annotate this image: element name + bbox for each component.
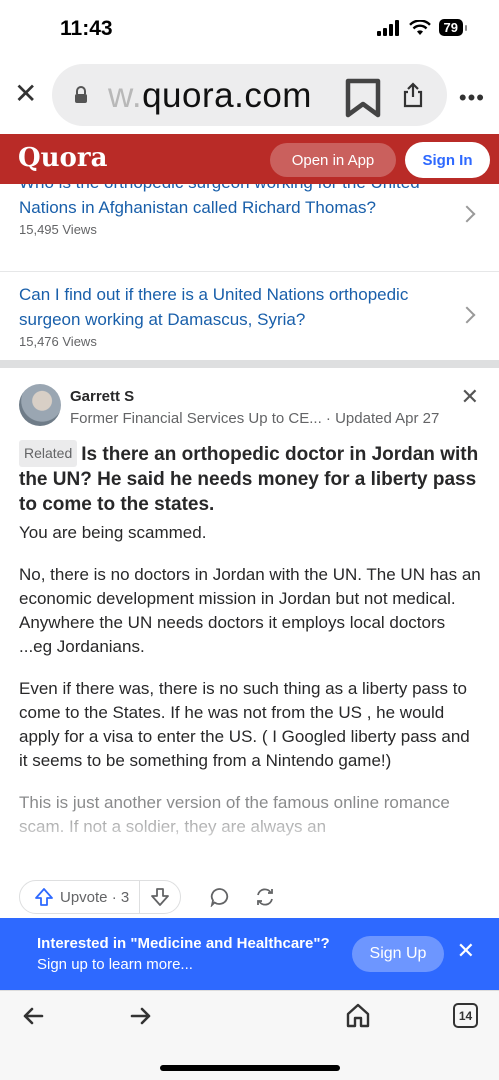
related-tag: Related [19, 440, 78, 467]
answer-paragraph: You are being scammed. [19, 523, 207, 542]
question-title[interactable]: Related Is there an orthopedic doctor in … [19, 440, 479, 517]
chevron-right-icon [458, 306, 476, 324]
upvote-arrow-icon [35, 888, 53, 906]
url-domain: quora.com [142, 76, 312, 115]
upvote-label: Upvote · 3 [60, 888, 130, 906]
browser-bottom-toolbar: 14 [0, 990, 499, 1080]
status-icons: 79 [376, 19, 468, 36]
wifi-icon [408, 19, 431, 35]
upvote-button[interactable]: Upvote · 3 [20, 881, 141, 913]
more-options-icon[interactable]: ••• [459, 85, 485, 111]
status-time: 11:43 [60, 17, 113, 40]
author-meta: Former Financial Services Up to CE... · … [70, 410, 439, 427]
address-bar[interactable]: w.quora.com [52, 64, 447, 126]
author-credential[interactable]: Former Financial Services Up to CE... [70, 410, 322, 427]
related-question-views: 15,495 Views [19, 222, 97, 237]
question-text[interactable]: Is there an orthopedic doctor in Jordan … [19, 444, 478, 515]
close-banner-icon[interactable]: ✕ [457, 940, 475, 962]
status-bar: 11:43 79 [0, 0, 499, 58]
downvote-button[interactable] [140, 881, 180, 913]
share-answer-icon[interactable] [254, 886, 276, 908]
related-question-item[interactable]: Can I find out if there is a United Nati… [0, 272, 499, 360]
answer-action-bar: Upvote · 3 [0, 878, 499, 918]
answer-paragraph: No, there is no doctors in Jordan with t… [19, 565, 481, 656]
answer-body: You are being scammed. No, there is no d… [19, 521, 481, 857]
open-in-app-button[interactable]: Open in App [270, 143, 396, 177]
browser-toolbar: ✕ w.quora.com ••• [0, 58, 499, 134]
tabs-count-button[interactable]: 14 [453, 1003, 478, 1028]
avatar[interactable] [19, 384, 61, 426]
back-arrow-icon[interactable] [22, 1005, 44, 1027]
related-question-link[interactable]: Who is the orthopedic surgeon working fo… [19, 184, 439, 220]
related-question-views: 15,476 Views [19, 334, 97, 349]
content-fade [0, 808, 499, 878]
related-question-item[interactable]: Who is the orthopedic surgeon working fo… [0, 184, 499, 272]
sign-up-button[interactable]: Sign Up [352, 936, 444, 972]
answer-card: Garrett S Former Financial Services Up t… [0, 368, 499, 878]
section-divider [0, 360, 499, 368]
url-prefix: w. [108, 76, 143, 115]
dismiss-icon[interactable]: ✕ [461, 384, 479, 410]
url-text: w.quora.com [108, 76, 312, 116]
answer-paragraph: Even if there was, there is no such thin… [19, 679, 470, 770]
author-name[interactable]: Garrett S [70, 388, 134, 405]
chevron-right-icon [458, 205, 476, 223]
related-questions-list: Who is the orthopedic surgeon working fo… [0, 184, 499, 360]
share-icon[interactable] [402, 82, 424, 108]
downvote-arrow-icon [151, 888, 170, 906]
quora-header: Quora Open in App Sign In [0, 134, 499, 184]
lock-icon [75, 86, 87, 103]
sign-in-button[interactable]: Sign In [405, 142, 490, 178]
vote-group: Upvote · 3 [19, 880, 182, 914]
comment-icon[interactable] [210, 887, 230, 907]
signup-banner: Interested in "Medicine and Healthcare"?… [0, 918, 499, 990]
home-indicator [160, 1065, 340, 1071]
home-icon[interactable] [345, 1002, 371, 1028]
related-question-link[interactable]: Can I find out if there is a United Nati… [19, 282, 439, 332]
forward-arrow-icon[interactable] [130, 1005, 152, 1027]
signup-topic: Interested in "Medicine and Healthcare"? [37, 935, 330, 952]
signal-icon [376, 19, 399, 36]
battery-icon: 79 [438, 19, 468, 36]
signup-text: Interested in "Medicine and Healthcare"?… [37, 933, 337, 975]
updated-date: · Updated Apr 27 [325, 410, 440, 427]
signup-cta-text: Sign up to learn more... [37, 956, 193, 973]
close-icon[interactable]: ✕ [14, 80, 37, 108]
quora-logo[interactable]: Quora [18, 143, 107, 173]
bookmark-icon[interactable] [344, 78, 382, 118]
